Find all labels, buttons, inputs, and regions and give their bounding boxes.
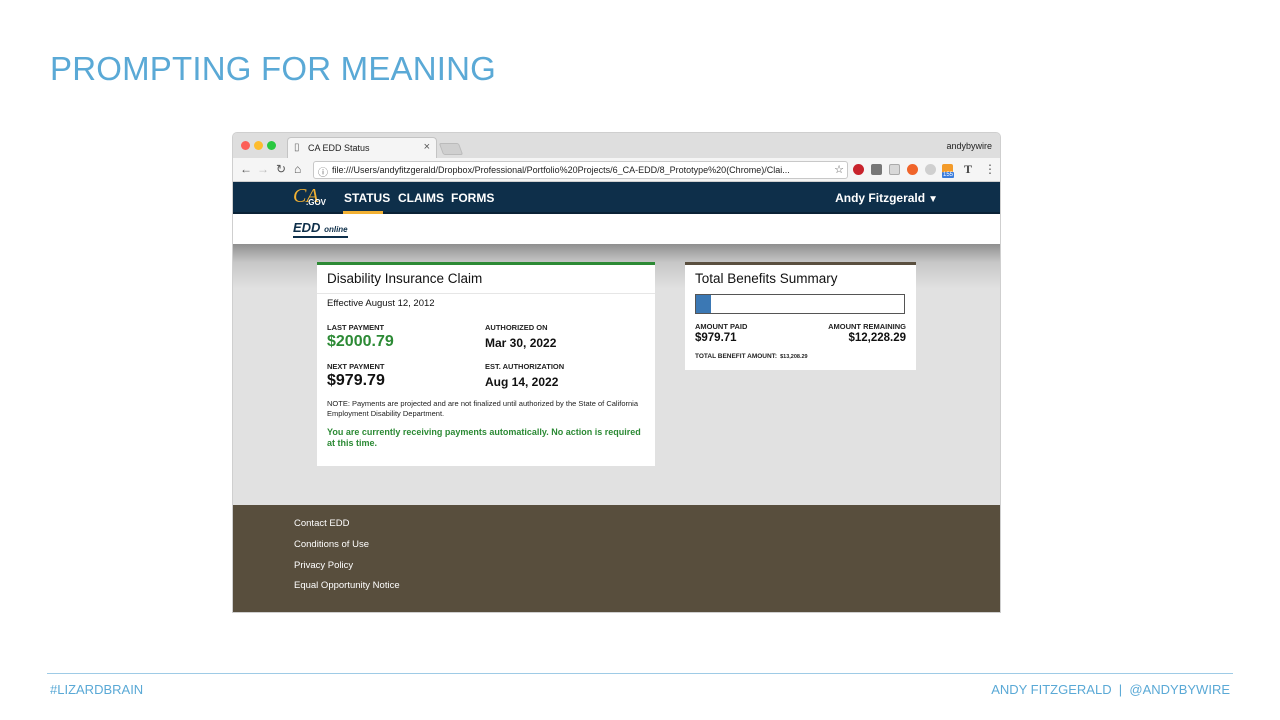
font-extension-icon[interactable]: T <box>964 162 972 177</box>
footer-link-equal-opportunity[interactable]: Equal Opportunity Notice <box>294 580 400 591</box>
benefits-summary-card: Total Benefits Summary AMOUNT PAID $979.… <box>685 262 916 370</box>
info-icon[interactable]: ⓘ <box>318 164 328 179</box>
profile-name[interactable]: andybywire <box>946 141 992 151</box>
back-arrow-icon[interactable]: ← <box>240 162 252 176</box>
slide-title: PROMPTING FOR MEANING <box>50 50 497 87</box>
menu-icon[interactable]: ⋮ <box>984 162 996 176</box>
est-authorization-label: EST. AUTHORIZATION <box>485 362 565 371</box>
main-content: Disability Insurance Claim Effective Aug… <box>233 244 1000 505</box>
maximize-window-button[interactable] <box>267 141 276 150</box>
edd-online-logo[interactable]: EDD online <box>293 220 348 238</box>
amount-remaining-value: $12,228.29 <box>848 332 906 344</box>
benefits-progress-bar <box>695 294 905 314</box>
benefits-progress-fill <box>696 295 712 313</box>
bookmark-star-icon[interactable]: ☆ <box>834 163 844 176</box>
claim-card-title: Disability Insurance Claim <box>327 271 483 286</box>
amount-remaining-label: AMOUNT REMAINING <box>828 322 906 331</box>
web-page: CA .GOV STATUS CLAIMS FORMS Andy Fitzger… <box>233 182 1000 612</box>
pinterest-icon[interactable] <box>853 164 864 175</box>
new-tab-button[interactable] <box>438 143 464 155</box>
extension-icon[interactable] <box>907 164 918 175</box>
page-icon: ▯ <box>294 142 300 153</box>
reload-icon[interactable]: ↻ <box>276 162 286 176</box>
footer-link-contact[interactable]: Contact EDD <box>294 518 349 529</box>
auto-payment-message: You are currently receiving payments aut… <box>327 427 641 448</box>
total-benefit: TOTAL BENEFIT AMOUNT: $13,208.29 <box>695 353 808 360</box>
nav-status[interactable]: STATUS <box>344 191 390 205</box>
slide-footer-author: ANDY FITZGERALD | @ANDYBYWIRE <box>991 682 1230 697</box>
user-menu[interactable]: Andy Fitzgerald ▼ <box>835 191 938 205</box>
site-nav: CA .GOV STATUS CLAIMS FORMS Andy Fitzger… <box>233 182 1000 214</box>
minimize-window-button[interactable] <box>254 141 263 150</box>
site-subheader: EDD online <box>233 214 1000 244</box>
url-text[interactable]: file:///Users/andyfitzgerald/Dropbox/Pro… <box>332 165 827 175</box>
total-benefit-label: TOTAL BENEFIT AMOUNT: <box>695 353 778 360</box>
footer-link-privacy[interactable]: Privacy Policy <box>294 560 353 571</box>
claim-card: Disability Insurance Claim Effective Aug… <box>317 262 655 466</box>
nav-forms[interactable]: FORMS <box>451 191 494 205</box>
extension-icon[interactable] <box>871 164 882 175</box>
last-payment-value: $2000.79 <box>327 333 394 350</box>
amount-paid-value: $979.71 <box>695 332 737 344</box>
extension-icon[interactable] <box>925 164 936 175</box>
next-payment-value: $979.79 <box>327 372 385 389</box>
divider <box>317 293 655 294</box>
user-name: Andy Fitzgerald <box>835 191 926 205</box>
benefits-card-title: Total Benefits Summary <box>695 271 838 286</box>
authorized-on-value: Mar 30, 2022 <box>485 336 557 350</box>
total-benefit-value: $13,208.29 <box>780 354 808 360</box>
address-bar[interactable]: ⓘ file:///Users/andyfitzgerald/Dropbox/P… <box>313 161 848 179</box>
nav-claims[interactable]: CLAIMS <box>398 191 444 205</box>
slide-footer-hashtag: #LIZARDBRAIN <box>50 682 144 697</box>
slide-footer-divider <box>47 673 1233 674</box>
tab-bar: ▯ CA EDD Status × andybywire <box>233 133 1000 158</box>
rss-badge: 155 <box>942 172 955 178</box>
forward-arrow-icon[interactable]: → <box>257 162 269 176</box>
site-footer: Contact EDD Conditions of Use Privacy Po… <box>233 505 1000 612</box>
est-authorization-value: Aug 14, 2022 <box>485 375 559 389</box>
browser-tab[interactable]: ▯ CA EDD Status × <box>287 137 437 158</box>
tab-close-icon[interactable]: × <box>424 141 430 153</box>
next-payment-label: NEXT PAYMENT <box>327 362 385 371</box>
browser-window: ▯ CA EDD Status × andybywire ← → ↻ ⌂ ⓘ f… <box>233 133 1000 612</box>
edd-logo-suffix: online <box>324 225 348 234</box>
close-window-button[interactable] <box>241 141 250 150</box>
caret-down-icon: ▼ <box>928 194 938 205</box>
amount-paid-label: AMOUNT PAID <box>695 322 748 331</box>
last-payment-label: LAST PAYMENT <box>327 323 385 332</box>
browser-toolbar: ← → ↻ ⌂ ⓘ file:///Users/andyfitzgerald/D… <box>233 158 1000 182</box>
effective-date: Effective August 12, 2012 <box>327 298 435 309</box>
ca-gov-logo-suffix: .GOV <box>306 198 327 207</box>
extension-icon[interactable] <box>889 164 900 175</box>
tab-title: CA EDD Status <box>308 143 370 153</box>
home-icon[interactable]: ⌂ <box>294 162 301 176</box>
edd-logo-text: EDD <box>293 220 321 235</box>
footer-link-conditions[interactable]: Conditions of Use <box>294 539 369 550</box>
payment-note: NOTE: Payments are projected and are not… <box>327 399 639 418</box>
authorized-on-label: AUTHORIZED ON <box>485 323 548 332</box>
